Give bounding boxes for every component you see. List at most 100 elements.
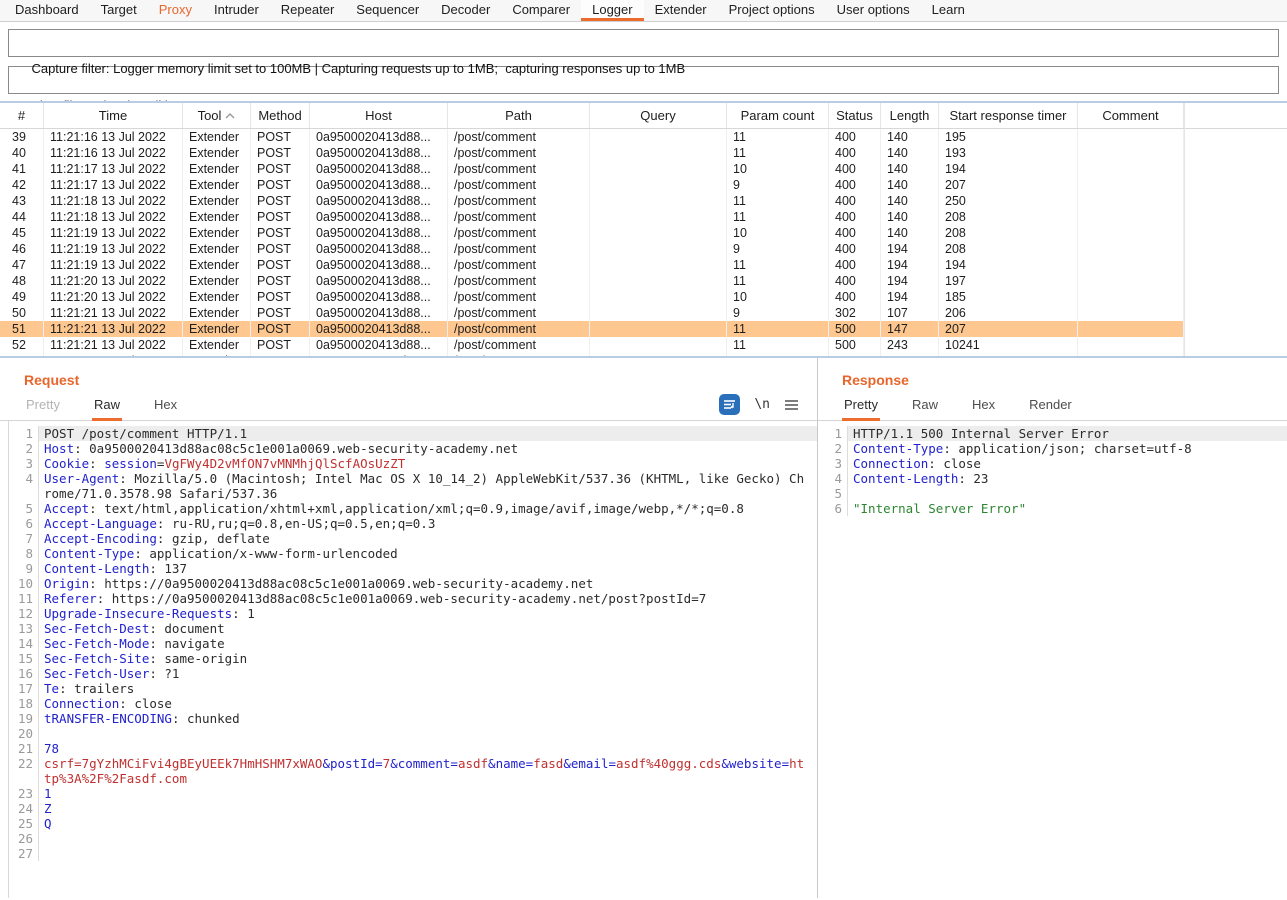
- newline-toggle-icon[interactable]: \n: [754, 397, 770, 412]
- menu-tab-target[interactable]: Target: [90, 0, 148, 21]
- response-tab-raw[interactable]: Raw: [910, 397, 940, 421]
- code-segment: &postId=: [322, 756, 382, 771]
- column-header-status[interactable]: Status: [829, 103, 881, 128]
- request-tab-raw[interactable]: Raw: [92, 397, 122, 421]
- menu-tab-proxy[interactable]: Proxy: [148, 0, 203, 21]
- editor-line: 22csrf=7gYzhMCiFvi4gBEyUEEk7HmHSHM7xWAO&…: [9, 756, 817, 786]
- menu-tab-dashboard[interactable]: Dashboard: [4, 0, 90, 21]
- menu-tab-user-options[interactable]: User options: [826, 0, 921, 21]
- cell-method: POST: [251, 353, 310, 358]
- column-header-query[interactable]: Query: [590, 103, 727, 128]
- editor-line: 15Sec-Fetch-Site: same-origin: [9, 651, 817, 666]
- menu-tab-repeater[interactable]: Repeater: [270, 0, 345, 21]
- menu-tab-sequencer[interactable]: Sequencer: [345, 0, 430, 21]
- table-row[interactable]: 4311:21:18 13 Jul 2022ExtenderPOST0a9500…: [0, 193, 1184, 209]
- cell-param-count: 11: [727, 209, 829, 225]
- table-row[interactable]: 4711:21:19 13 Jul 2022ExtenderPOST0a9500…: [0, 257, 1184, 273]
- table-row-selected[interactable]: 5111:21:21 13 Jul 2022ExtenderPOST0a9500…: [0, 321, 1184, 337]
- code-segment: tRANSFER-ENCODING: [44, 711, 172, 726]
- column-header-host[interactable]: Host: [310, 103, 448, 128]
- menu-tab-learn[interactable]: Learn: [921, 0, 976, 21]
- column-header-length[interactable]: Length: [881, 103, 939, 128]
- line-number: 11: [9, 591, 39, 606]
- menu-tab-intruder[interactable]: Intruder: [203, 0, 270, 21]
- column-header-label: Query: [640, 108, 675, 123]
- cell-method: POST: [251, 177, 310, 193]
- table-row[interactable]: 4111:21:17 13 Jul 2022ExtenderPOST0a9500…: [0, 161, 1184, 177]
- cell-param-count: 11: [727, 193, 829, 209]
- editor-menu-icon[interactable]: [784, 399, 799, 411]
- menu-tab-decoder[interactable]: Decoder: [430, 0, 501, 21]
- cell-query: [590, 177, 727, 193]
- response-tab-render[interactable]: Render: [1027, 397, 1074, 421]
- cell-host: 0a9500020413d88...: [310, 321, 448, 337]
- cell-query: [590, 321, 727, 337]
- cell-param-count: 11: [727, 257, 829, 273]
- code-segment: : application/x-www-form-urlencoded: [134, 546, 397, 561]
- editor-line: 5Accept: text/html,application/xhtml+xml…: [9, 501, 817, 516]
- request-tab-hex[interactable]: Hex: [152, 397, 179, 421]
- editor-line: 25Q: [9, 816, 817, 831]
- line-number: 6: [818, 501, 848, 516]
- menu-tab-project-options[interactable]: Project options: [718, 0, 826, 21]
- request-tab-pretty[interactable]: Pretty: [24, 397, 62, 421]
- table-row[interactable]: 4811:21:20 13 Jul 2022ExtenderPOST0a9500…: [0, 273, 1184, 289]
- column-header-comment[interactable]: Comment: [1078, 103, 1184, 128]
- line-content: Accept: text/html,application/xhtml+xml,…: [39, 501, 817, 516]
- editor-line: 9Content-Length: 137: [9, 561, 817, 576]
- response-tab-hex[interactable]: Hex: [970, 397, 997, 421]
- table-row[interactable]: 4211:21:17 13 Jul 2022ExtenderPOST0a9500…: [0, 177, 1184, 193]
- code-segment: asdf: [458, 756, 488, 771]
- editor-line: 7Accept-Encoding: gzip, deflate: [9, 531, 817, 546]
- table-row[interactable]: 4911:21:20 13 Jul 2022ExtenderPOST0a9500…: [0, 289, 1184, 305]
- column-header-tool[interactable]: Tool: [183, 103, 251, 128]
- column-header-method[interactable]: Method: [251, 103, 310, 128]
- table-row[interactable]: 4011:21:16 13 Jul 2022ExtenderPOST0a9500…: [0, 145, 1184, 161]
- table-row[interactable]: 5211:21:21 13 Jul 2022ExtenderPOST0a9500…: [0, 337, 1184, 353]
- response-editor[interactable]: 1HTTP/1.1 500 Internal Server Error2Cont…: [818, 421, 1287, 898]
- cell-tool: Extender: [183, 273, 251, 289]
- response-panel: Response PrettyRawHexRender 1HTTP/1.1 50…: [818, 358, 1287, 898]
- column-header-[interactable]: #: [0, 103, 44, 128]
- log-table: #TimeToolMethodHostPathQueryParam countS…: [0, 101, 1287, 358]
- editor-line: 1HTTP/1.1 500 Internal Server Error: [818, 426, 1287, 441]
- capture-filter-bar[interactable]: Capture filter: Logger memory limit set …: [8, 29, 1279, 57]
- code-segment: Host: [44, 441, 74, 456]
- table-row[interactable]: 4411:21:18 13 Jul 2022ExtenderPOST0a9500…: [0, 209, 1184, 225]
- cell-time: 11:21:19 13 Jul 2022: [44, 241, 183, 257]
- cell-path: /post/comment: [448, 273, 590, 289]
- line-content: [39, 846, 817, 861]
- cell-: 39: [0, 129, 44, 145]
- cell-start-response-timer: 195: [939, 129, 1078, 145]
- cell-param-count: 10: [727, 289, 829, 305]
- cell-length: 140: [881, 177, 939, 193]
- table-row[interactable]: 5011:21:21 13 Jul 2022ExtenderPOST0a9500…: [0, 305, 1184, 321]
- line-content: Content-Length: 137: [39, 561, 817, 576]
- line-number: 7: [9, 531, 39, 546]
- code-segment: &website=: [721, 756, 789, 771]
- table-row[interactable]: 4611:21:19 13 Jul 2022ExtenderPOST0a9500…: [0, 241, 1184, 257]
- cell-param-count: 10: [727, 161, 829, 177]
- menu-tab-comparer[interactable]: Comparer: [501, 0, 581, 21]
- code-segment: Origin: [44, 576, 89, 591]
- column-header-label: Comment: [1102, 108, 1158, 123]
- table-row[interactable]: 3911:21:16 13 Jul 2022ExtenderPOST0a9500…: [0, 129, 1184, 145]
- request-editor[interactable]: 1POST /post/comment HTTP/1.12Host: 0a950…: [8, 421, 817, 898]
- line-content: csrf=7gYzhMCiFvi4gBEyUEEk7HmHSHM7xWAO&po…: [39, 756, 817, 786]
- column-header-time[interactable]: Time: [44, 103, 183, 128]
- table-row[interactable]: 4511:21:19 13 Jul 2022ExtenderPOST0a9500…: [0, 225, 1184, 241]
- request-panel-title: Request: [0, 358, 817, 394]
- prettify-icon[interactable]: [719, 394, 740, 415]
- menu-tab-extender[interactable]: Extender: [644, 0, 718, 21]
- editor-line: 18Connection: close: [9, 696, 817, 711]
- cell-: 45: [0, 225, 44, 241]
- column-header-path[interactable]: Path: [448, 103, 590, 128]
- menu-tab-logger[interactable]: Logger: [581, 0, 643, 21]
- code-segment: : 137: [149, 561, 187, 576]
- cell-tool: Extender: [183, 257, 251, 273]
- column-header-start-response-timer[interactable]: Start response timer: [939, 103, 1078, 128]
- cell-path: /post/comment: [448, 257, 590, 273]
- column-header-param-count[interactable]: Param count: [727, 103, 829, 128]
- response-tab-pretty[interactable]: Pretty: [842, 397, 880, 421]
- table-row[interactable]: 5311:21:22 13 Jul 2022ExtenderPOST0a9500…: [0, 353, 1184, 358]
